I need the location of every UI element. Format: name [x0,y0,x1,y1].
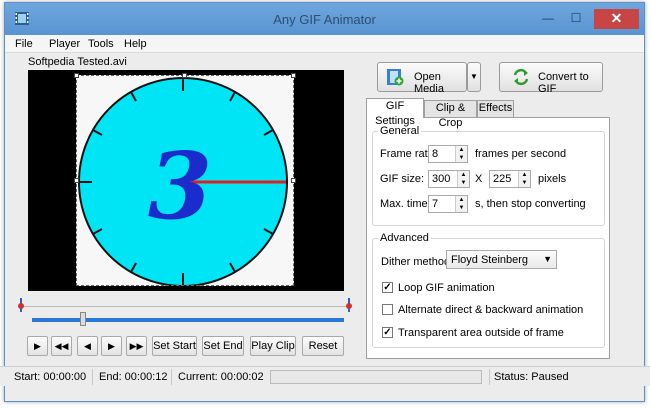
status-divider [171,369,172,385]
loop-checkbox[interactable]: ✓ [382,282,393,293]
menu-player[interactable]: Player [49,38,80,50]
set-end-button[interactable]: Set End [202,336,244,356]
maximize-button[interactable]: ☐ [565,9,587,29]
crop-handle-tl[interactable] [74,73,79,78]
tab-gif-settings[interactable]: GIF Settings [366,98,424,127]
status-start: Start: 00:00:00 [14,371,87,383]
status-end: End: 00:00:12 [99,371,168,383]
size-unit: pixels [538,173,567,185]
title-bar: Any GIF Animator — ☐ ✕ [5,3,644,35]
max-time-value: 7 [432,198,439,210]
frame-rate-value: 8 [432,148,439,160]
clip-range-line [18,306,348,307]
rewind-button[interactable]: ◀◀ [51,336,72,356]
transparent-checkbox[interactable]: ✓ [382,327,393,338]
play-clip-button[interactable]: Play Clip [250,336,296,356]
frame-rate-unit: frames per second [475,148,567,160]
spinner-arrows-icon[interactable]: ▲ ▼ [457,171,469,187]
alternate-label: Alternate direct & backward animation [398,304,584,316]
crop-handle-right[interactable] [291,178,296,183]
frame-rate-spinner[interactable]: 8 ▲ ▼ [428,145,468,163]
gif-height-value: 225 [493,173,512,185]
open-media-button[interactable]: Open Media [377,62,467,95]
gif-width-value: 300 [432,173,451,185]
conversion-progress-bar [270,370,482,384]
crop-handle-tr[interactable] [291,73,296,78]
max-time-unit: s, then stop converting [475,198,586,210]
status-bar: Start: 00:00:00 End: 00:00:12 Current: 0… [0,366,650,386]
gif-width-spinner[interactable]: 300 ▲ ▼ [428,170,470,188]
chevron-down-icon: ▼ [543,254,552,264]
film-add-icon [387,69,404,86]
loop-label: Loop GIF animation [398,282,495,294]
clip-end-marker-icon[interactable] [345,298,353,312]
convert-to-gif-button[interactable]: Convert to GIF [499,62,603,95]
spinner-arrows-icon[interactable]: ▲ ▼ [455,146,467,162]
spinner-arrows-icon[interactable]: ▲ ▼ [455,196,467,212]
status-state: Status: Paused [494,371,569,383]
play-button[interactable]: ▶ [27,336,48,356]
chevron-down-icon: ▼ [470,72,478,81]
menu-bar: File Player Tools Help [5,35,644,53]
convert-arrows-icon [513,68,529,86]
gif-size-label: GIF size: [380,173,425,185]
video-preview: 3 [28,70,344,291]
crop-handle-top[interactable] [182,73,187,78]
set-start-button[interactable]: Set Start [152,336,197,356]
step-forward-button[interactable]: ▶ [101,336,122,356]
minimize-button[interactable]: — [537,9,559,29]
tab-effects[interactable]: Effects [477,100,514,117]
reset-button[interactable]: Reset [302,336,344,356]
open-media-dropdown[interactable]: ▼ [467,62,481,92]
crop-handle-left[interactable] [74,178,79,183]
menu-file[interactable]: File [15,38,33,50]
close-button[interactable]: ✕ [594,9,639,29]
fast-forward-button[interactable]: ▶▶ [126,336,147,356]
menu-help[interactable]: Help [124,38,147,50]
gif-height-spinner[interactable]: 225 ▲ ▼ [489,170,531,188]
seek-bar[interactable] [32,318,344,322]
alternate-checkbox[interactable] [382,304,393,315]
clip-start-marker-icon[interactable] [17,298,25,312]
dither-value: Floyd Steinberg [451,254,529,266]
step-back-button[interactable]: ◀ [77,336,98,356]
tab-clip-crop[interactable]: Clip & Crop [424,100,477,129]
open-media-label: Open Media [414,71,444,95]
seek-thumb[interactable] [80,312,86,326]
convert-label: Convert to GIF [538,71,589,95]
transparent-label: Transparent area outside of frame [398,327,564,339]
file-name-label: Softpedia Tested.avi [28,56,127,68]
size-times: X [475,173,483,185]
menu-tools[interactable]: Tools [88,38,114,50]
status-current: Current: 00:00:02 [178,371,264,383]
advanced-legend: Advanced [378,232,431,244]
status-divider [489,369,490,385]
spinner-arrows-icon[interactable]: ▲ ▼ [518,171,530,187]
dither-label: Dither method: [381,256,454,268]
dither-method-select[interactable]: Floyd Steinberg ▼ [446,250,557,269]
crop-border[interactable] [76,75,294,286]
max-time-spinner[interactable]: 7 ▲ ▼ [428,195,468,213]
status-divider [92,369,93,385]
max-time-label: Max. time: [380,198,431,210]
